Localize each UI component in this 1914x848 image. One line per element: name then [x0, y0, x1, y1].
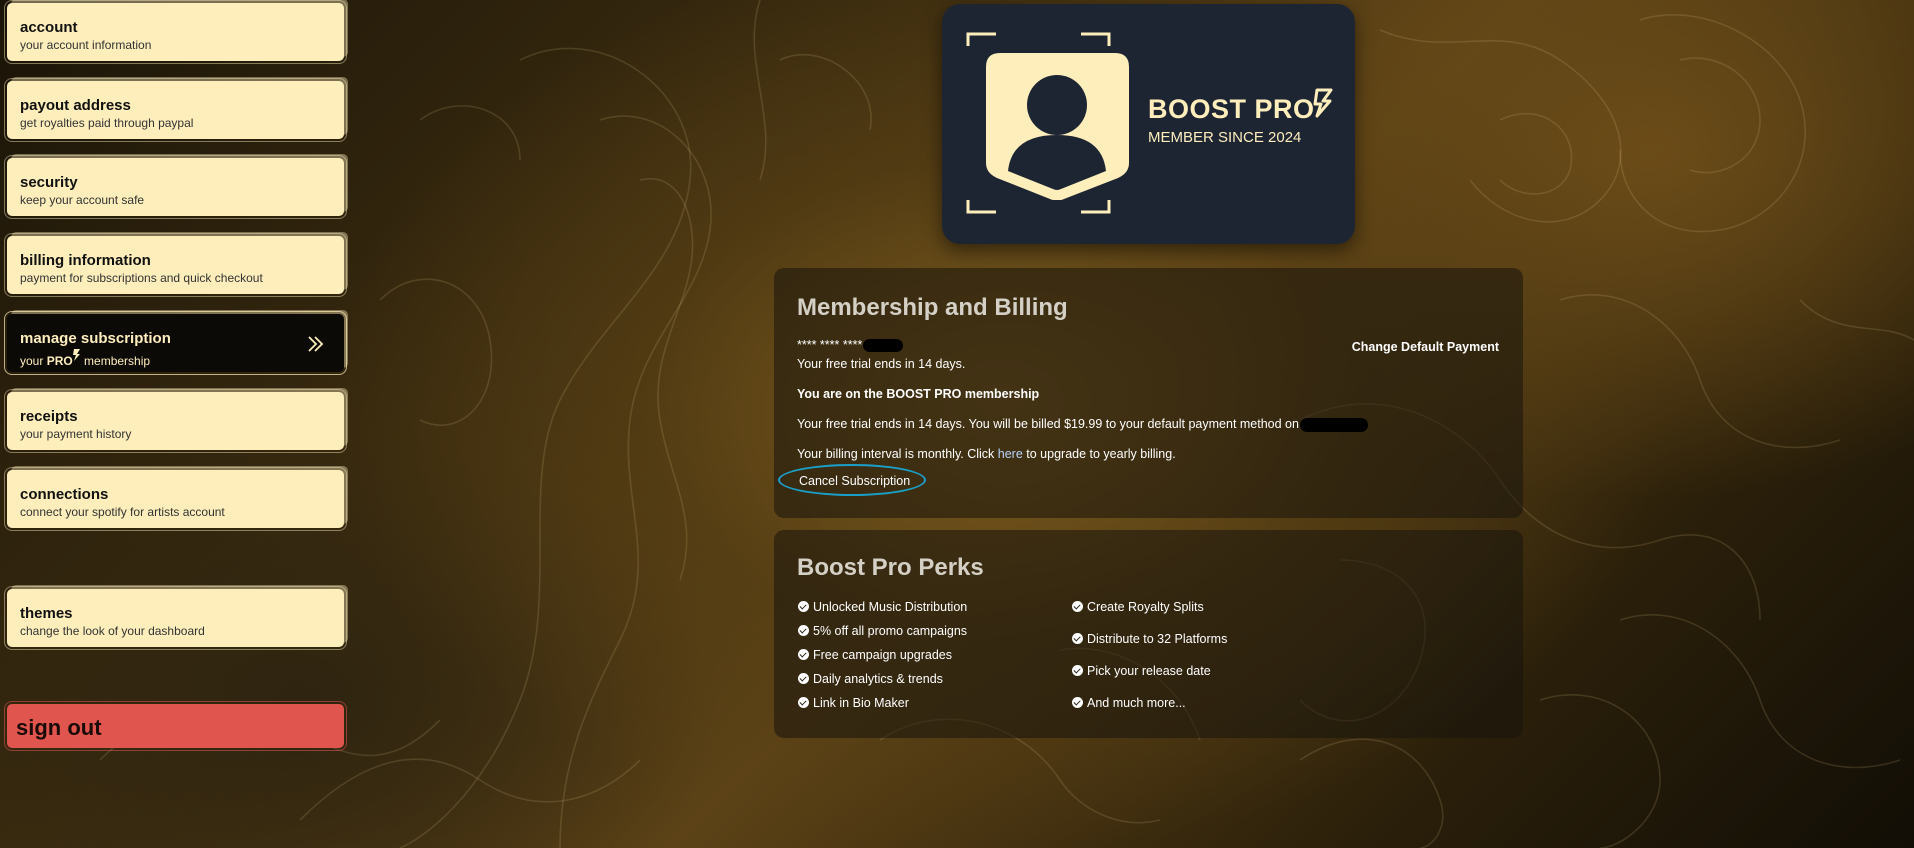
sidebar-item-subtitle: get royalties paid through paypal [20, 116, 194, 130]
perk-label: Unlocked Music Distribution [813, 600, 968, 614]
check-circle-icon [1072, 633, 1083, 644]
sidebar-item-title: connections [20, 486, 109, 503]
perk-item: Daily analytics & trends [798, 672, 943, 686]
perk-item: And much more... [1072, 696, 1186, 710]
billing-title: Membership and Billing [797, 294, 1068, 321]
sidebar-item-receipts[interactable]: receipts your payment history [4, 389, 347, 453]
membership-name: BOOST PRO [886, 387, 962, 401]
sidebar-item-subtitle: your payment history [20, 427, 132, 441]
member-card: BOOST PRO MEMBER SINCE 2024 [942, 4, 1355, 244]
check-circle-icon [1072, 665, 1083, 676]
sidebar-item-manage-subscription[interactable]: manage subscription your PRO membership [4, 311, 347, 375]
perk-label: Daily analytics & trends [813, 672, 943, 686]
sidebar-item-subtitle: change the look of your dashboard [20, 624, 205, 638]
sidebar-item-title: security [20, 174, 78, 191]
sidebar-item-title: themes [20, 605, 73, 622]
membership-billing-panel: Membership and Billing **** **** **** Ch… [774, 268, 1523, 518]
brand-name: BOOST PRO [1148, 94, 1315, 124]
sidebar-item-subtitle: your account information [20, 38, 152, 52]
user-avatar-icon [986, 53, 1129, 200]
sidebar-item-subtitle: keep your account safe [20, 193, 145, 207]
check-circle-icon [798, 697, 809, 708]
cancel-subscription-button[interactable]: Cancel Subscription [778, 464, 926, 496]
bolt-icon [1313, 88, 1333, 118]
sidebar-item-title: receipts [20, 408, 78, 425]
check-circle-icon [798, 673, 809, 684]
perk-label: And much more... [1087, 696, 1186, 710]
pro-label: PRO [46, 354, 73, 368]
sidebar-item-subtitle: connect your spotify for artists account [20, 505, 225, 519]
perks-title: Boost Pro Perks [797, 554, 984, 581]
trial-notice: Your free trial ends in 14 days. [797, 357, 966, 371]
change-default-payment-link[interactable]: Change Default Payment [1352, 340, 1499, 354]
sidebar-item-billing-information[interactable]: billing information payment for subscrip… [4, 233, 347, 297]
check-circle-icon [798, 601, 809, 612]
upgrade-yearly-link[interactable]: here [998, 447, 1023, 461]
check-circle-icon [1072, 697, 1083, 708]
check-circle-icon [798, 625, 809, 636]
sign-out-button[interactable]: sign out [4, 701, 347, 751]
billing-notice-text: Your free trial ends in 14 days. You wil… [797, 417, 1299, 431]
perks-panel: Boost Pro Perks Unlocked Music Distribut… [774, 530, 1523, 738]
billing-notice: Your free trial ends in 14 days. You wil… [797, 417, 1368, 432]
bolt-icon [72, 349, 80, 361]
interval-suffix: to upgrade to yearly billing. [1022, 447, 1176, 461]
settings-sidebar: account your account information payout … [0, 0, 352, 848]
masked-card-text: **** **** **** [797, 338, 863, 352]
sidebar-item-account[interactable]: account your account information [4, 0, 347, 64]
sidebar-item-security[interactable]: security keep your account safe [4, 155, 347, 219]
perk-label: Distribute to 32 Platforms [1087, 632, 1228, 646]
perk-label: 5% off all promo campaigns [813, 624, 968, 638]
redacted-card-digits [863, 339, 904, 353]
sign-out-label: sign out [16, 715, 102, 740]
perk-item: 5% off all promo campaigns [798, 624, 967, 638]
sidebar-item-subtitle: your PRO membership [20, 349, 344, 368]
subtitle-prefix: your [20, 354, 47, 368]
sidebar-item-title: payout address [20, 97, 131, 114]
sidebar-item-title: account [20, 19, 78, 36]
perk-item: Distribute to 32 Platforms [1072, 632, 1227, 646]
membership-prefix: You are on the [797, 387, 887, 401]
sidebar-item-payout-address[interactable]: payout address get royalties paid throug… [4, 78, 347, 142]
membership-status: You are on the BOOST PRO membership [797, 387, 1039, 401]
billing-interval: Your billing interval is monthly. Click … [797, 447, 1176, 461]
sidebar-item-themes[interactable]: themes change the look of your dashboard [4, 586, 347, 650]
sidebar-item-subtitle: payment for subscriptions and quick chec… [20, 271, 263, 285]
perk-item: Pick your release date [1072, 664, 1211, 678]
perk-label: Pick your release date [1087, 664, 1211, 678]
perk-item: Free campaign upgrades [798, 648, 952, 662]
check-circle-icon [798, 649, 809, 660]
redacted-payment-method [1299, 417, 1368, 432]
sidebar-item-title: manage subscription [20, 330, 171, 347]
perk-item: Unlocked Music Distribution [798, 600, 967, 614]
membership-suffix: membership [961, 387, 1040, 401]
perk-label: Link in Bio Maker [813, 696, 909, 710]
perk-label: Free campaign upgrades [813, 648, 952, 662]
double-chevron-right-icon [308, 336, 324, 352]
member-since: MEMBER SINCE 2024 [1148, 129, 1302, 146]
sidebar-item-title: billing information [20, 252, 151, 269]
subtitle-suffix: membership [80, 354, 151, 368]
check-circle-icon [1072, 601, 1083, 612]
brand-block: BOOST PRO MEMBER SINCE 2024 [1148, 88, 1333, 146]
perk-item: Create Royalty Splits [1072, 600, 1204, 614]
interval-prefix: Your billing interval is monthly. Click [797, 447, 998, 461]
sidebar-item-connections[interactable]: connections connect your spotify for art… [4, 467, 347, 531]
perk-label: Create Royalty Splits [1087, 600, 1204, 614]
perk-item: Link in Bio Maker [798, 696, 909, 710]
masked-card-number: **** **** **** [797, 338, 904, 353]
